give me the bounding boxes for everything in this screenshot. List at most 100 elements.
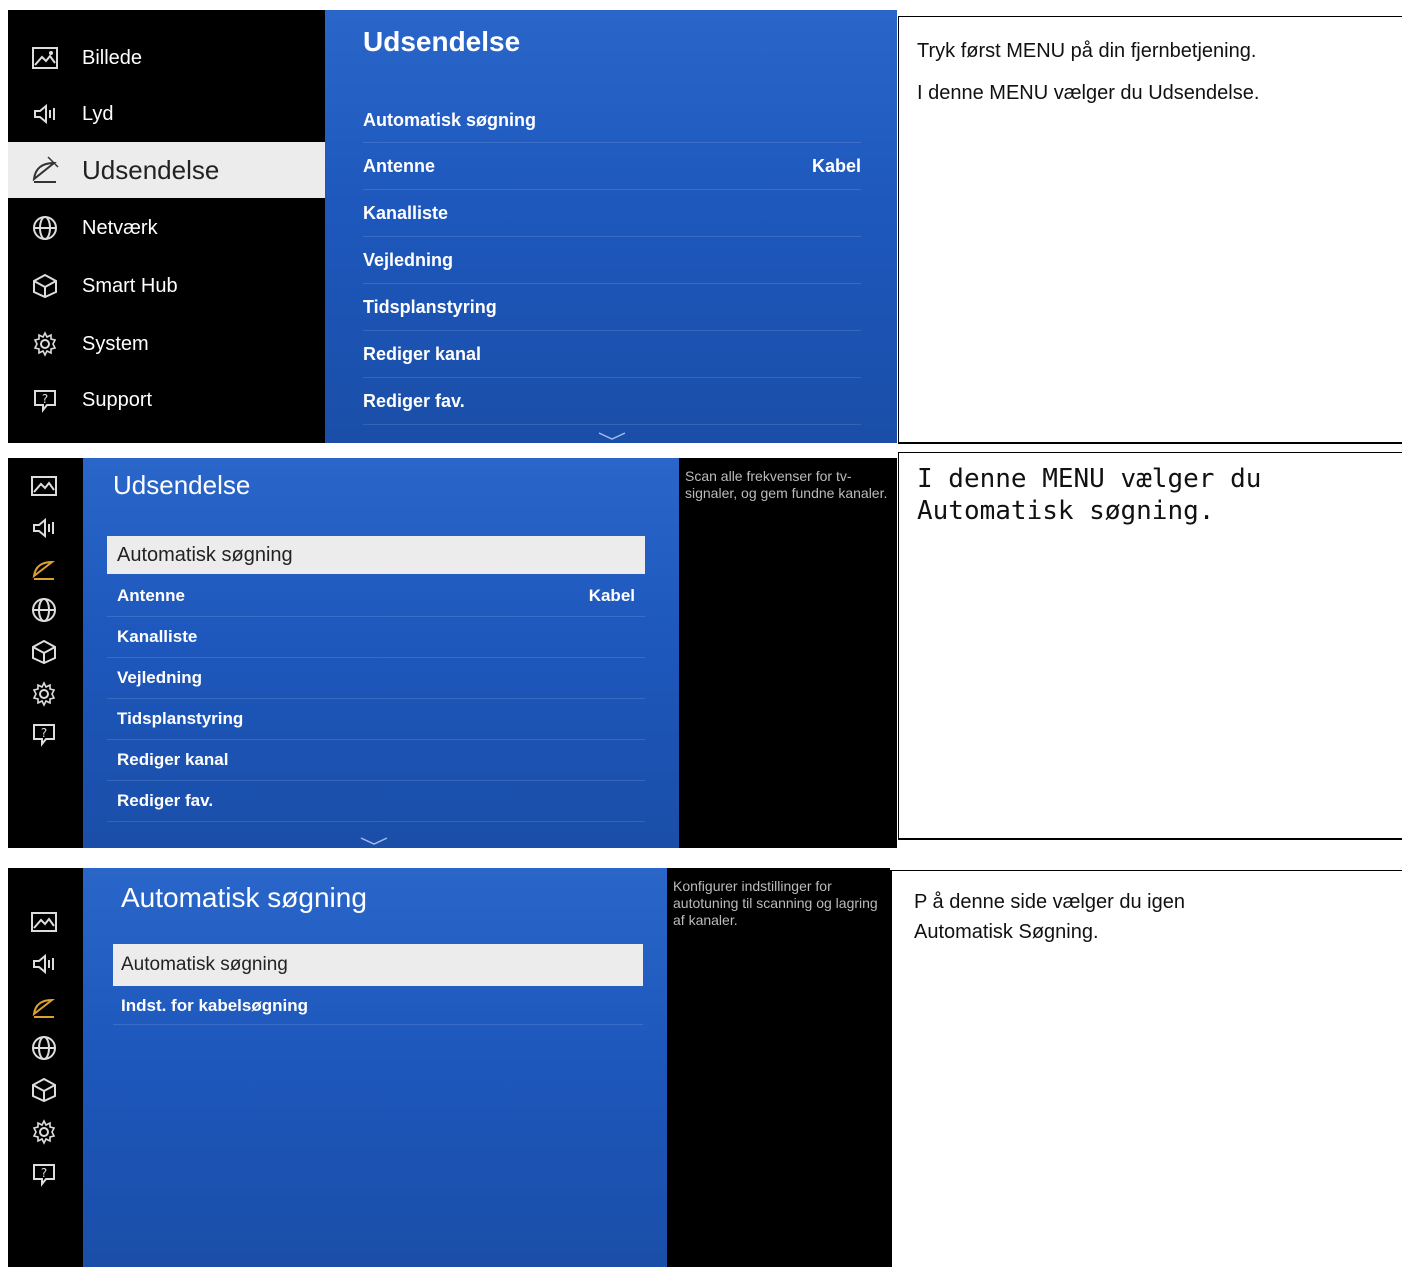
svg-text:?: ? xyxy=(41,726,47,740)
instruction-note-1: Tryk først MENU på din fjernbetjening. I… xyxy=(898,16,1402,444)
menu-item-label: Tidsplanstyring xyxy=(363,296,497,317)
picture-icon[interactable] xyxy=(30,908,58,936)
gear-icon xyxy=(30,329,60,359)
svg-text:?: ? xyxy=(41,1166,47,1180)
speaker-icon xyxy=(30,99,60,129)
menu-item-tidsplanstyring[interactable]: Tidsplanstyring xyxy=(107,699,645,740)
help-description: Konfigurer indstillinger for autotuning … xyxy=(667,868,890,1267)
help-icon: ? xyxy=(30,385,60,415)
menu-item-antenne[interactable]: Antenne Kabel xyxy=(363,143,861,190)
sidebar-item-label: Udsendelse xyxy=(82,154,220,185)
auto-search-menu: Automatisk søgning Automatisk søgning In… xyxy=(83,868,667,1267)
panel-1: Billede Lyd Udsendelse Netværk Smart Hub… xyxy=(0,0,1402,446)
tv-screen-2: ? Udsendelse Automatisk søgning Antenne K… xyxy=(8,458,897,848)
note-line: I denne MENU vælger du Udsendelse. xyxy=(917,82,1260,104)
speaker-icon[interactable] xyxy=(30,514,58,542)
gear-icon[interactable] xyxy=(30,680,58,708)
sidebar-item-label: Smart Hub xyxy=(82,274,178,297)
panel-2: ? Udsendelse Automatisk søgning Antenne K… xyxy=(0,446,1402,852)
note-line: P å denne side vælger du igen xyxy=(914,891,1185,913)
menu-item-label: Antenne xyxy=(117,586,185,605)
tv-screen-1: Billede Lyd Udsendelse Netværk Smart Hub… xyxy=(8,10,897,443)
help-description: Scan alle frekvenser for tv-signaler, og… xyxy=(679,458,897,848)
menu-item-automatisk-sogning[interactable]: Automatisk søgning xyxy=(363,98,861,143)
menu-item-value: Kabel xyxy=(588,586,635,605)
globe-icon[interactable] xyxy=(30,596,58,624)
menu-item-label: Automatisk søgning xyxy=(117,543,293,566)
menu-item-rediger-kanal[interactable]: Rediger kanal xyxy=(107,740,645,781)
sidebar-item-support[interactable]: ? Support xyxy=(8,372,325,428)
settings-sidebar: Billede Lyd Udsendelse Netværk Smart Hub… xyxy=(8,10,325,443)
satellite-dish-icon[interactable] xyxy=(30,992,58,1020)
picture-icon[interactable] xyxy=(30,472,58,500)
broadcast-menu: Udsendelse Automatisk søgning Antenne Kab… xyxy=(325,10,897,443)
note-line: Automatisk Søgning. xyxy=(914,921,1099,943)
icon-sidebar: ? xyxy=(8,868,83,1267)
menu-title: Automatisk søgning xyxy=(121,882,367,913)
menu-item-automatisk-sogning[interactable]: Automatisk søgning xyxy=(107,536,645,574)
menu-item-tidsplanstyring[interactable]: Tidsplanstyring xyxy=(363,284,861,331)
menu-item-kanalliste[interactable]: Kanalliste xyxy=(363,190,861,237)
globe-icon xyxy=(30,213,60,243)
chevron-down-icon[interactable] xyxy=(597,431,627,441)
menu-item-rediger-fav[interactable]: Rediger fav. xyxy=(107,781,645,822)
menu-item-label: Rediger fav. xyxy=(117,791,214,810)
menu-item-indst-for-kabelsogning[interactable]: Indst. for kabelsøgning xyxy=(113,988,643,1025)
globe-icon[interactable] xyxy=(30,1034,58,1062)
sidebar-item-smart-hub[interactable]: Smart Hub xyxy=(8,258,325,314)
menu-item-label: Automatisk søgning xyxy=(121,954,288,975)
menu-item-vejledning[interactable]: Vejledning xyxy=(363,237,861,284)
menu-item-antenne[interactable]: Antenne Kabel xyxy=(107,576,645,617)
menu-item-label: Indst. for kabelsøgning xyxy=(121,996,309,1015)
cube-icon[interactable] xyxy=(30,638,58,666)
menu-item-automatisk-sogning[interactable]: Automatisk søgning xyxy=(113,944,643,986)
note-line: Automatisk søgning. xyxy=(917,496,1215,526)
sidebar-item-label: Support xyxy=(82,388,153,411)
instruction-note-3: P å denne side vælger du igen Automatisk… xyxy=(890,870,1402,1267)
menu-title: Udsendelse xyxy=(113,470,251,500)
broadcast-menu: Udsendelse Automatisk søgning Antenne Kab… xyxy=(83,458,679,848)
panel-3: ? Automatisk søgning Automatisk søgning … xyxy=(0,860,1402,1267)
cube-icon[interactable] xyxy=(30,1076,58,1104)
menu-item-vejledning[interactable]: Vejledning xyxy=(107,658,645,699)
menu-item-label: Vejledning xyxy=(117,668,203,687)
menu-item-label: Rediger fav. xyxy=(363,390,465,411)
tv-screen-3: ? Automatisk søgning Automatisk søgning … xyxy=(8,868,890,1267)
menu-item-label: Automatisk søgning xyxy=(363,109,537,130)
picture-icon xyxy=(30,43,60,73)
cube-icon xyxy=(30,271,60,301)
menu-item-label: Kanalliste xyxy=(117,627,198,646)
menu-item-kanalliste[interactable]: Kanalliste xyxy=(107,617,645,658)
sidebar-item-system[interactable]: System xyxy=(8,316,325,372)
help-icon[interactable]: ? xyxy=(30,1160,58,1188)
menu-item-label: Vejledning xyxy=(363,249,454,270)
instruction-note-2: I denne MENU vælger du Automatisk søgnin… xyxy=(898,452,1402,840)
icon-sidebar: ? xyxy=(8,458,83,848)
sidebar-item-label: Billede xyxy=(82,46,143,69)
speaker-icon[interactable] xyxy=(30,950,58,978)
note-line: Tryk først MENU på din fjernbetjening. xyxy=(917,40,1257,62)
chevron-down-icon[interactable] xyxy=(359,836,389,846)
satellite-dish-icon xyxy=(30,155,60,185)
menu-item-rediger-fav[interactable]: Rediger fav. xyxy=(363,378,861,425)
sidebar-item-netvaerk[interactable]: Netværk xyxy=(8,200,325,256)
menu-item-label: Tidsplanstyring xyxy=(117,709,244,728)
satellite-dish-icon[interactable] xyxy=(30,554,58,582)
sidebar-item-label: Lyd xyxy=(82,102,114,125)
sidebar-item-udsendelse[interactable]: Udsendelse xyxy=(8,142,325,198)
menu-item-label: Rediger kanal xyxy=(117,750,229,769)
note-line: I denne MENU vælger du xyxy=(917,464,1262,494)
gear-icon[interactable] xyxy=(30,1118,58,1146)
menu-item-label: Kanalliste xyxy=(363,202,449,223)
menu-item-label: Antenne xyxy=(363,155,435,176)
sidebar-item-billede[interactable]: Billede xyxy=(8,30,325,86)
svg-text:?: ? xyxy=(42,392,48,406)
menu-item-rediger-kanal[interactable]: Rediger kanal xyxy=(363,331,861,378)
sidebar-item-label: Netværk xyxy=(82,216,158,239)
sidebar-item-label: System xyxy=(82,332,149,355)
menu-title: Udsendelse xyxy=(363,26,521,57)
menu-item-value: Kabel xyxy=(811,155,861,176)
sidebar-item-lyd[interactable]: Lyd xyxy=(8,86,325,142)
menu-item-label: Rediger kanal xyxy=(363,343,482,364)
help-icon[interactable]: ? xyxy=(30,720,58,748)
